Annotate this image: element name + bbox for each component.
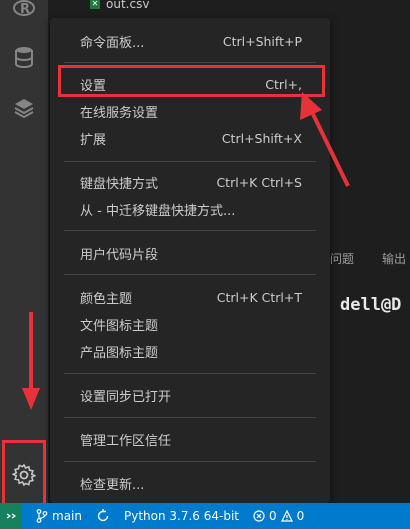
warning-count: 0 bbox=[296, 509, 305, 523]
menu-item-color-theme[interactable]: 颜色主题 Ctrl+K Ctrl+T bbox=[50, 284, 330, 310]
menu-separator bbox=[64, 373, 316, 374]
r-language-icon[interactable]: R bbox=[12, 0, 36, 20]
menu-item-check-updates[interactable]: 检查更新... bbox=[50, 470, 330, 496]
menu-separator bbox=[64, 230, 316, 231]
error-count: 0 bbox=[269, 509, 277, 523]
menu-separator bbox=[64, 461, 316, 462]
csv-file-icon: ✕ bbox=[90, 0, 100, 9]
error-icon bbox=[253, 510, 265, 522]
menu-item-extensions[interactable]: 扩展 Ctrl+Shift+X bbox=[50, 125, 330, 151]
menu-item-command-palette[interactable]: 命令面板... Ctrl+Shift+P bbox=[50, 28, 330, 54]
menu-separator bbox=[64, 417, 316, 418]
tab-output[interactable]: 输出 bbox=[382, 250, 406, 267]
interpreter-label: Python 3.7.6 64-bit bbox=[123, 509, 239, 523]
menu-item-keyboard-shortcuts[interactable]: 键盘快捷方式 Ctrl+K Ctrl+S bbox=[50, 169, 330, 195]
menu-separator bbox=[64, 274, 316, 275]
menu-item-workspace-trust[interactable]: 管理工作区信任 bbox=[50, 426, 330, 452]
sync-icon bbox=[97, 509, 109, 522]
tab-problems[interactable]: 问题 bbox=[330, 250, 354, 267]
python-interpreter[interactable]: Python 3.7.6 64-bit bbox=[124, 509, 239, 523]
gear-highlight-box bbox=[2, 440, 46, 508]
status-bar: main Python 3.7.6 64-bit 0 0 bbox=[0, 503, 410, 529]
layers-icon[interactable] bbox=[12, 96, 36, 120]
database-icon[interactable] bbox=[12, 45, 36, 69]
menu-separator bbox=[64, 161, 316, 162]
menu-item-user-snippets[interactable]: 用户代码片段 bbox=[50, 240, 330, 266]
problems-indicator[interactable]: 0 0 bbox=[253, 509, 304, 523]
menu-item-file-icon-theme[interactable]: 文件图标主题 bbox=[50, 311, 330, 337]
terminal-prompt: dell@D bbox=[340, 295, 402, 315]
svg-text:R: R bbox=[20, 2, 30, 17]
git-branch-icon bbox=[36, 509, 48, 523]
warning-icon bbox=[280, 510, 293, 522]
file-tree-item[interactable]: ✕ out.csv bbox=[90, 0, 149, 14]
panel-tabs: 问题 输出 bbox=[330, 250, 406, 267]
sync-button[interactable] bbox=[96, 509, 110, 523]
menu-item-product-icon-theme[interactable]: 产品图标主题 bbox=[50, 338, 330, 364]
file-name: out.csv bbox=[106, 0, 150, 11]
branch-name: main bbox=[52, 509, 82, 523]
activity-bar: R bbox=[0, 0, 48, 503]
menu-item-migrate-shortcuts[interactable]: 从 - 中迁移键盘快捷方式... bbox=[50, 196, 330, 222]
settings-highlight-box bbox=[58, 65, 325, 97]
git-branch[interactable]: main bbox=[36, 509, 82, 523]
remote-indicator[interactable] bbox=[0, 503, 22, 529]
menu-item-settings-sync[interactable]: 设置同步已打开 bbox=[50, 382, 330, 408]
menu-item-online-services[interactable]: 在线服务设置 bbox=[50, 98, 330, 124]
remote-icon bbox=[6, 513, 16, 519]
menu-separator bbox=[64, 62, 316, 63]
